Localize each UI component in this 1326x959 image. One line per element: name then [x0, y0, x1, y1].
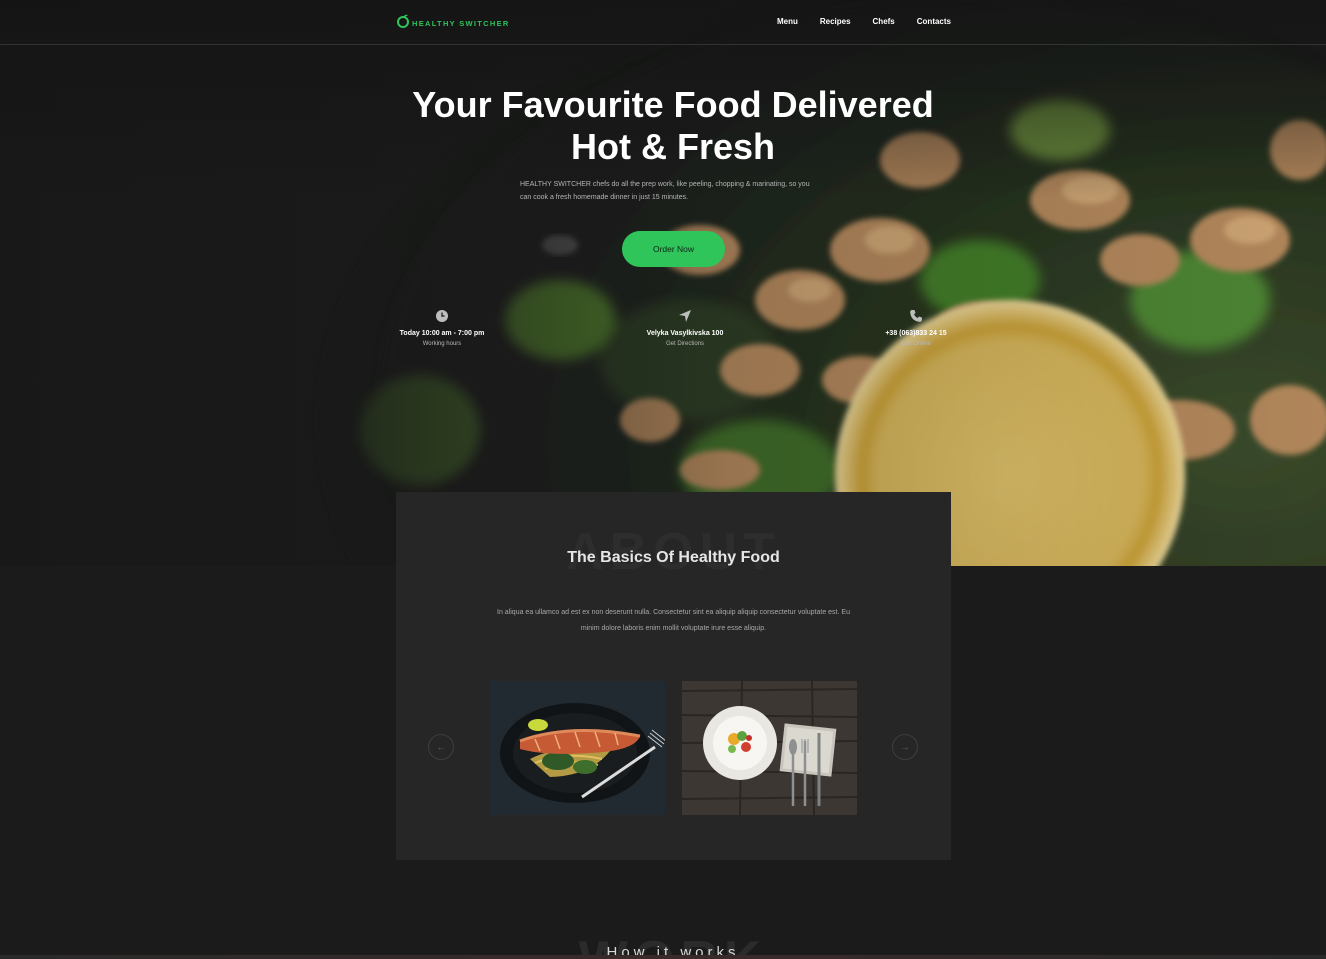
footer-divider: [0, 955, 1326, 959]
nav-item-contacts[interactable]: Contacts: [917, 17, 951, 26]
nav-item-menu[interactable]: Menu: [777, 17, 798, 26]
arrow-right-icon: →: [900, 742, 910, 752]
about-text: In aliqua ea ullamco ad est ex non deser…: [497, 609, 850, 632]
arrow-left-icon: ←: [436, 742, 446, 752]
carousel-next-button[interactable]: →: [892, 734, 918, 760]
carousel-prev-button[interactable]: ←: [428, 734, 454, 760]
hero-title-line2: Hot & Fresh: [570, 126, 775, 167]
brand-logo[interactable]: HEALTHY SWITCHER: [396, 14, 510, 28]
hero-title: Your Favourite Food Delivered Hot & Fres…: [0, 84, 1326, 168]
nav-item-chefs[interactable]: Chefs: [873, 17, 895, 26]
location-arrow-icon: [679, 310, 691, 322]
about-title: The Basics Of Healthy Food: [567, 549, 780, 566]
info-phone[interactable]: +38 (063)833 24 15 Call Online: [826, 309, 1006, 349]
plated-salad-image[interactable]: [682, 681, 857, 815]
hero-title-bold: Favourite Food: [501, 84, 762, 125]
call-online-label[interactable]: Call Online: [826, 339, 1006, 349]
info-directions[interactable]: Velyka Vasylkivska 100 Get Directions: [595, 309, 775, 349]
nav-item-recipes[interactable]: Recipes: [820, 17, 851, 26]
phone-value: +38 (063)833 24 15: [885, 330, 947, 337]
address-value: Velyka Vasylkivska 100: [646, 330, 724, 337]
working-hours-label: Working hours: [422, 341, 462, 347]
working-hours-value: Today 10:00 am - 7:00 pm: [399, 330, 485, 337]
info-working-hours: Today 10:00 am - 7:00 pm Working hours: [352, 309, 532, 349]
page: HEALTHY SWITCHER Menu Recipes Chefs Cont…: [0, 0, 1326, 959]
hero-title-part1: Your: [412, 84, 502, 125]
top-nav: HEALTHY SWITCHER Menu Recipes Chefs Cont…: [0, 0, 1326, 45]
hero-title-part2: Delivered: [761, 84, 934, 125]
phone-icon: [910, 310, 922, 322]
get-directions-label[interactable]: Get Directions: [595, 339, 775, 349]
brand-name: HEALTHY SWITCHER: [412, 18, 510, 28]
apple-logo-icon: [396, 14, 410, 28]
clock-icon: [436, 310, 448, 322]
nav-links: Menu Recipes Chefs Contacts: [777, 17, 951, 26]
about-section: ABOUT The Basics Of Healthy Food In aliq…: [396, 492, 951, 860]
hero-subtitle: HEALTHY SWITCHER chefs do all the prep w…: [520, 181, 810, 201]
salmon-dish-image[interactable]: [490, 681, 665, 815]
order-now-button[interactable]: Order Now: [622, 231, 725, 267]
